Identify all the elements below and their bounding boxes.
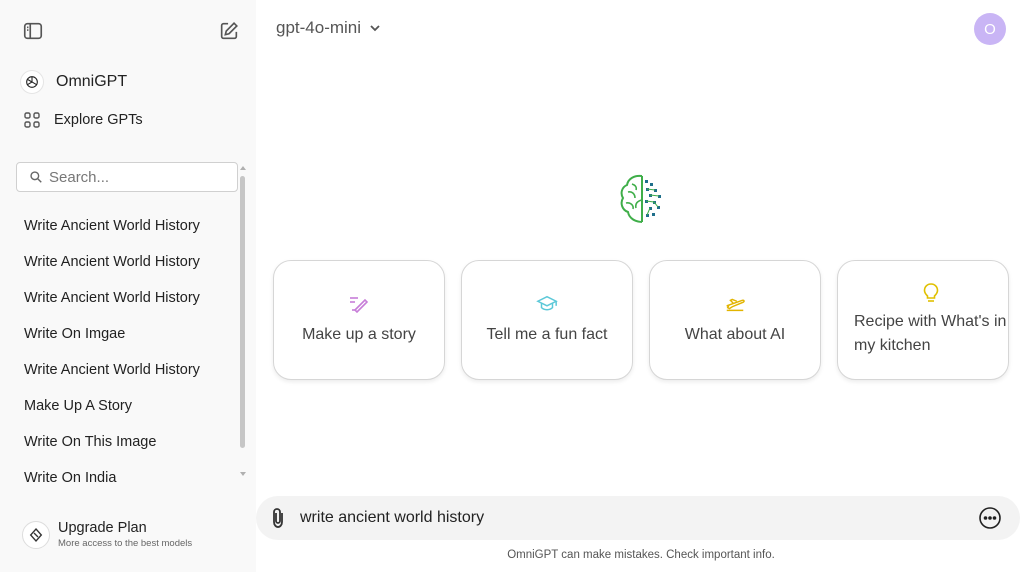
upgrade-plan-button[interactable]: Upgrade Plan More access to the best mod…	[22, 520, 192, 550]
sidebar-item-explore-gpts[interactable]: Explore GPTs	[24, 110, 143, 130]
message-composer	[256, 496, 1020, 540]
history-item[interactable]: Write Ancient World History	[0, 244, 238, 280]
lightbulb-icon	[920, 282, 942, 304]
scroll-down-arrow-icon[interactable]	[240, 472, 246, 476]
chat-history-list: Write Ancient World History Write Ancien…	[0, 208, 238, 486]
history-item[interactable]: Write Ancient World History	[0, 352, 238, 388]
brain-logo-icon	[620, 174, 661, 223]
brand-name: OmniGPT	[56, 73, 128, 90]
history-item[interactable]: Write Ancient World History	[0, 208, 238, 244]
suggestion-card-story[interactable]: Make up a story	[273, 260, 445, 380]
suggestion-label: Tell me a fun fact	[486, 326, 608, 343]
suggestion-label: Recipe with What's in my kitchen	[854, 313, 1007, 354]
attach-button[interactable]	[266, 506, 290, 530]
avatar[interactable]: O	[974, 13, 1006, 45]
search-box	[16, 162, 238, 192]
grid-icon	[24, 112, 40, 128]
upgrade-title: Upgrade Plan	[58, 520, 147, 536]
suggestion-card-ai[interactable]: What about AI	[649, 260, 821, 380]
model-selector[interactable]: gpt-4o-mini	[276, 18, 381, 38]
model-name: gpt-4o-mini	[276, 18, 362, 37]
scrollbar-thumb[interactable]	[240, 176, 245, 448]
more-options-icon	[979, 507, 1001, 529]
chevron-down-icon	[370, 25, 380, 32]
sidebar-toggle-icon	[23, 22, 43, 40]
paperclip-icon	[273, 508, 283, 528]
search-icon	[30, 171, 42, 183]
message-input[interactable]	[300, 509, 960, 527]
sidebar-top-bar	[0, 0, 256, 60]
scroll-up-arrow-icon[interactable]	[240, 166, 246, 170]
explore-gpts-label: Explore GPTs	[54, 112, 143, 128]
openai-logo-icon	[20, 70, 44, 94]
sidebar: OmniGPT Explore GPTs Write Ancient World…	[0, 0, 256, 572]
main-panel: gpt-4o-mini O Make up a story Tell me a …	[256, 0, 1026, 572]
history-item[interactable]: Write On Imgae	[0, 316, 238, 352]
more-options-button[interactable]	[978, 506, 1002, 530]
graduation-cap-icon	[536, 293, 558, 315]
suggestion-label: What about AI	[684, 326, 786, 343]
history-item[interactable]: Make Up A Story	[0, 388, 238, 424]
sidebar-item-omnigpt[interactable]: OmniGPT	[20, 70, 127, 94]
sidebar-toggle-button[interactable]	[19, 17, 47, 45]
suggestion-card-fun-fact[interactable]: Tell me a fun fact	[461, 260, 633, 380]
new-chat-button[interactable]	[215, 17, 243, 45]
upgrade-text: Upgrade Plan More access to the best mod…	[58, 520, 192, 550]
new-chat-icon	[220, 22, 238, 40]
history-item[interactable]: Write On India	[0, 460, 238, 486]
upgrade-subtitle: More access to the best models	[58, 538, 193, 549]
search-input[interactable]	[49, 168, 229, 186]
suggestion-label: Make up a story	[302, 326, 416, 343]
disclaimer-text: OmniGPT can make mistakes. Check importa…	[507, 549, 775, 561]
history-scrollbar[interactable]	[238, 166, 248, 484]
upgrade-icon	[22, 521, 50, 549]
suggestion-card-recipe[interactable]: Recipe with What's in my kitchen	[837, 260, 1009, 380]
history-item[interactable]: Write Ancient World History	[0, 280, 238, 316]
history-item[interactable]: Write On This Image	[0, 424, 238, 460]
plane-icon	[724, 293, 746, 315]
pen-icon	[348, 293, 370, 315]
